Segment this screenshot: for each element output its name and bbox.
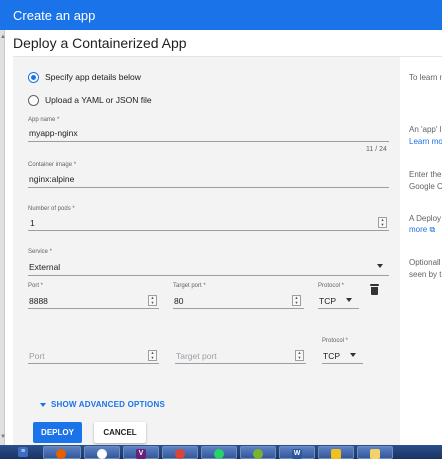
port-underline — [28, 308, 159, 309]
taskbar-item-network[interactable] — [84, 446, 120, 459]
help-text: seen by t — [409, 270, 442, 279]
external-link-icon: ⧉ — [429, 225, 436, 234]
whatsapp-icon — [214, 449, 224, 459]
radio-selected-icon[interactable] — [28, 71, 39, 83]
port-underline — [28, 363, 159, 364]
char-counter: 11 / 24 — [366, 146, 387, 153]
radio-label: Upload a YAML or JSON file — [45, 95, 152, 105]
pods-underline — [28, 230, 389, 231]
form-panel — [13, 57, 400, 445]
advanced-options-label: SHOW ADVANCED OPTIONS — [51, 400, 165, 409]
radio-upload-yaml[interactable]: Upload a YAML or JSON file — [28, 93, 152, 107]
radio-specify-details[interactable]: Specify app details below — [28, 70, 141, 84]
learn-more-link[interactable]: Learn mo — [409, 136, 442, 148]
app-name-input[interactable]: myapp-nginx — [29, 128, 78, 138]
target-port-input[interactable]: 80 — [174, 296, 183, 306]
target-port-underline — [175, 363, 306, 364]
protocol-select[interactable]: TCP — [323, 351, 340, 361]
app-name-label: App name * — [28, 117, 60, 123]
target-port-stepper[interactable]: ▲ ▼ — [295, 350, 304, 361]
app-name-underline — [28, 141, 389, 142]
port-label: Port * — [28, 283, 44, 289]
taskbar-item-whatsapp[interactable] — [201, 446, 237, 459]
service-label: Service * — [28, 249, 53, 255]
help-text: Optionall — [409, 258, 441, 267]
help-text: Google C — [409, 182, 442, 191]
port-stepper[interactable]: ▲ ▼ — [148, 295, 157, 306]
pods-input[interactable]: 1 — [30, 218, 35, 228]
port-input-empty[interactable]: Port — [29, 351, 45, 361]
chevron-down-icon — [40, 402, 46, 407]
chevron-down-icon[interactable] — [346, 298, 352, 302]
pods-stepper[interactable]: ▲ ▼ — [378, 217, 387, 228]
taskbar-item-chrome[interactable] — [162, 446, 198, 459]
protocol-underline — [322, 363, 363, 364]
taskbar-item-wechat[interactable] — [240, 446, 276, 459]
taskbar-item-firefox[interactable] — [43, 446, 81, 459]
protocol-select[interactable]: TCP — [319, 296, 336, 306]
more-link[interactable]: more ⧉ — [409, 224, 435, 236]
help-text: An 'app' l — [409, 125, 442, 134]
container-image-input[interactable]: nginx:alpine — [29, 174, 74, 184]
page-title: Deploy a Containerized App — [13, 35, 187, 51]
os-taskbar: ≡ V W — [0, 445, 442, 459]
target-port-input-empty[interactable]: Target port — [176, 351, 217, 361]
deploy-button[interactable]: DEPLOY — [33, 422, 82, 443]
container-image-underline — [28, 187, 389, 188]
window-title: Create an app — [13, 8, 96, 23]
network-icon — [97, 449, 107, 459]
cancel-button[interactable]: CANCEL — [94, 422, 146, 443]
left-scrollbar[interactable]: ▲ ▼ — [0, 30, 6, 445]
target-port-underline — [173, 308, 304, 309]
service-underline — [28, 275, 389, 276]
word-icon: W — [292, 449, 302, 459]
target-port-label: Target port * — [173, 283, 206, 289]
radio-label: Specify app details below — [45, 72, 141, 82]
wechat-icon — [253, 449, 263, 459]
start-button-icon[interactable]: ≡ — [18, 447, 28, 457]
pods-label: Number of pods * — [28, 206, 75, 212]
chevron-down-icon[interactable] — [350, 353, 356, 357]
taskbar-item-chart-app[interactable] — [357, 446, 393, 459]
help-text: To learn m — [409, 73, 442, 82]
taskbar-item-explorer[interactable] — [318, 446, 354, 459]
protocol-label: Protocol * — [318, 283, 345, 289]
learn-more-link-text[interactable]: Learn mo — [409, 137, 442, 146]
protocol-label: Protocol * — [322, 338, 349, 344]
service-select[interactable]: External — [29, 262, 60, 272]
dialog-header: Deploy a Containerized App — [13, 30, 442, 57]
scroll-down-icon[interactable]: ▼ — [0, 434, 6, 440]
radio-unselected-icon[interactable] — [28, 94, 39, 106]
help-column: To learn m An 'app' l Learn mo Enter the… — [400, 57, 442, 445]
port-stepper[interactable]: ▲ ▼ — [148, 350, 157, 361]
help-text: Enter the — [409, 170, 442, 179]
title-bar: Create an app — [0, 0, 442, 30]
chevron-down-icon[interactable] — [377, 264, 383, 268]
port-input[interactable]: 8888 — [29, 296, 48, 306]
container-image-label: Container image * — [28, 162, 77, 168]
chart-app-icon — [370, 449, 380, 459]
protocol-underline — [318, 308, 359, 309]
firefox-icon — [56, 449, 66, 459]
delete-port-icon[interactable] — [370, 284, 379, 295]
taskbar-item-word[interactable]: W — [279, 446, 315, 459]
scroll-up-icon[interactable]: ▲ — [0, 34, 6, 40]
show-advanced-options-toggle[interactable]: SHOW ADVANCED OPTIONS — [40, 400, 165, 409]
vs-icon: V — [136, 449, 146, 459]
explorer-icon — [331, 449, 341, 459]
target-port-stepper[interactable]: ▲ ▼ — [292, 295, 301, 306]
taskbar-item-vs[interactable]: V — [123, 446, 159, 459]
chrome-icon — [175, 449, 185, 459]
more-link-text[interactable]: more — [409, 225, 427, 234]
